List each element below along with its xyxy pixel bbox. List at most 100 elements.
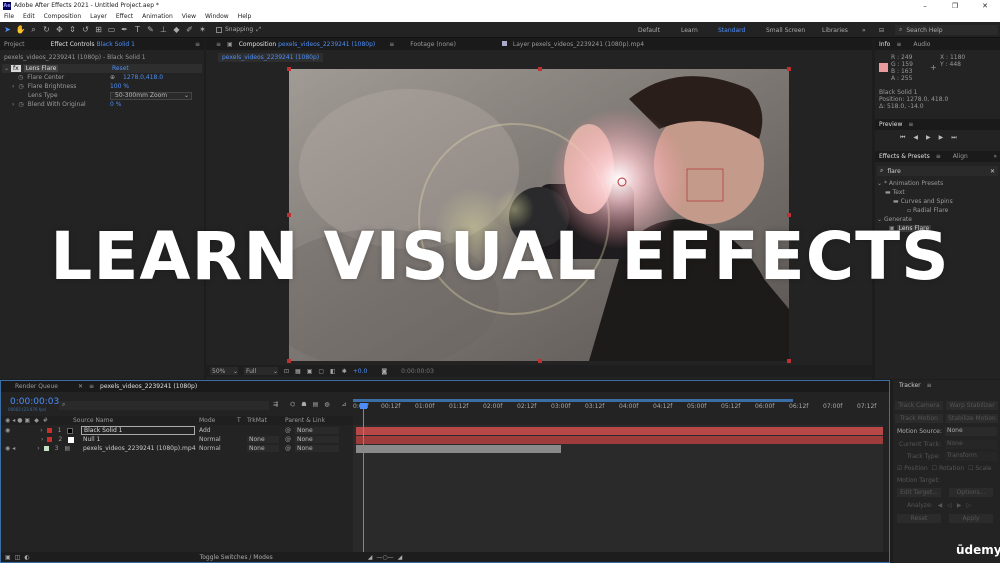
- current-track-dropdown[interactable]: None: [945, 440, 997, 449]
- tree-curves-spins-folder[interactable]: ▬ Curves and Spins: [877, 197, 998, 206]
- current-time-display[interactable]: 0:00:00:03: [401, 368, 434, 375]
- play-icon[interactable]: ▶: [926, 134, 931, 142]
- label-color-swatch[interactable]: [46, 428, 52, 433]
- pan-tool-icon[interactable]: ✥: [54, 24, 65, 35]
- parent-pickwhip-icon[interactable]: @: [285, 427, 291, 434]
- layer-bar[interactable]: [356, 427, 883, 435]
- comp-mini-flowchart-icon[interactable]: ⇶: [273, 401, 278, 408]
- tab-project[interactable]: Project: [4, 41, 25, 48]
- fx-badge-icon[interactable]: fx: [11, 65, 21, 72]
- workspace-overflow-icon[interactable]: »: [862, 22, 866, 38]
- parent-pickwhip-icon[interactable]: @: [285, 445, 291, 452]
- track-camera-button[interactable]: Track Camera: [895, 401, 943, 410]
- exposure-reset-icon[interactable]: ✱: [342, 368, 347, 375]
- effects-search-field[interactable]: ⌕ flare ✕: [877, 166, 998, 176]
- crosshair-icon[interactable]: ⊕: [110, 74, 115, 81]
- layer-switches-icon[interactable]: ◫: [15, 554, 21, 561]
- tree-animation-presets[interactable]: ⌄ * Animation Presets: [877, 179, 998, 188]
- pen-tool-icon[interactable]: ✒: [119, 24, 130, 35]
- analyze-forward-one-icon[interactable]: ▷: [967, 502, 972, 509]
- menu-edit[interactable]: Edit: [23, 13, 35, 20]
- bounding-handle[interactable]: [787, 359, 791, 363]
- tab-info[interactable]: Info: [879, 41, 890, 48]
- flare-brightness-value[interactable]: 100 %: [110, 83, 129, 90]
- menu-effect[interactable]: Effect: [116, 13, 133, 20]
- column-mode[interactable]: Mode: [199, 417, 215, 424]
- mask-visibility-icon[interactable]: ▣: [307, 368, 313, 375]
- warp-stabilizer-button[interactable]: Warp Stabilizer: [946, 401, 998, 410]
- orbit-tool-icon[interactable]: ↻: [41, 24, 52, 35]
- panel-menu-icon[interactable]: ≡: [195, 41, 204, 48]
- column-trkmat[interactable]: TrkMat: [247, 417, 267, 424]
- layer-bar[interactable]: [356, 436, 883, 444]
- bounding-handle[interactable]: [538, 67, 542, 71]
- roto-brush-tool-icon[interactable]: ✐: [184, 24, 195, 35]
- layer-bar[interactable]: [356, 445, 561, 453]
- tab-effects-presets[interactable]: Effects & Presets: [879, 153, 930, 160]
- playhead-handle-icon[interactable]: [360, 403, 367, 409]
- frame-blending-icon[interactable]: ▤: [313, 401, 319, 408]
- trkmat-dropdown[interactable]: None: [247, 436, 279, 443]
- workspace-small-screen[interactable]: Small Screen: [766, 22, 805, 38]
- analyze-back-one-icon[interactable]: ◁: [947, 502, 952, 509]
- workspace-learn[interactable]: Learn: [681, 22, 698, 38]
- stopwatch-icon[interactable]: ◷: [18, 101, 23, 108]
- bounding-handle[interactable]: [787, 67, 791, 71]
- toggle-switches-modes[interactable]: Toggle Switches / Modes: [200, 554, 273, 561]
- audio-icon[interactable]: ◂: [12, 445, 15, 452]
- menu-help[interactable]: Help: [238, 13, 252, 20]
- brush-tool-icon[interactable]: ✎: [145, 24, 156, 35]
- panel-menu-icon[interactable]: ≡: [216, 41, 221, 48]
- effect-lens-flare-row[interactable]: ⌄ fx Lens Flare Reset: [2, 64, 202, 73]
- scale-checkbox[interactable]: ☐ Scale: [968, 465, 991, 472]
- motion-blur-icon[interactable]: ◍: [324, 401, 329, 408]
- tab-audio[interactable]: Audio: [913, 41, 930, 48]
- color-channel-icon[interactable]: ◧: [330, 368, 336, 375]
- panel-menu-icon[interactable]: ≡: [908, 121, 913, 128]
- resolution-dropdown[interactable]: Full ⌄: [244, 367, 278, 375]
- panel-menu-icon[interactable]: ≡: [89, 383, 94, 390]
- expand-arrow-icon[interactable]: ›: [40, 427, 42, 434]
- current-time-indicator[interactable]: [363, 403, 364, 555]
- fast-previews-icon[interactable]: ⊡: [284, 368, 289, 375]
- tab-render-queue[interactable]: Render Queue: [15, 383, 58, 390]
- zoom-slider[interactable]: —○—: [376, 554, 393, 561]
- layer-mode-dropdown[interactable]: Normal: [199, 445, 233, 452]
- property-flare-brightness[interactable]: › ◷ Flare Brightness 100 %: [12, 82, 204, 91]
- blend-value[interactable]: 0 %: [110, 101, 121, 108]
- tree-text-folder[interactable]: ▬ Text: [877, 188, 998, 197]
- tab-align[interactable]: Align: [953, 153, 968, 160]
- timeline-timecode[interactable]: 0:00:00:03: [10, 397, 59, 407]
- bounding-handle[interactable]: [287, 359, 291, 363]
- analyze-back-icon[interactable]: ◀: [938, 502, 943, 509]
- snapping-toggle[interactable]: Snapping ⤢: [216, 26, 261, 34]
- expand-arrow-icon[interactable]: ›: [12, 83, 14, 90]
- eye-icon[interactable]: ◉: [5, 417, 10, 424]
- rectangle-tool-icon[interactable]: ▭: [106, 24, 117, 35]
- layer-mode-dropdown[interactable]: Normal: [199, 436, 233, 443]
- options-button[interactable]: Options...: [949, 488, 993, 497]
- expand-arrow-icon[interactable]: ›: [37, 445, 39, 452]
- label-color-swatch[interactable]: [47, 437, 53, 442]
- workspace-standard[interactable]: Standard: [718, 22, 745, 38]
- expand-arrow-icon[interactable]: ›: [41, 436, 43, 443]
- bounding-handle[interactable]: [287, 213, 291, 217]
- rotate-tool-icon[interactable]: ↺: [80, 24, 91, 35]
- hand-tool-icon[interactable]: ✋: [15, 24, 26, 35]
- property-lens-type[interactable]: Lens Type 50-300mm Zoom ⌄: [18, 91, 204, 100]
- eye-icon[interactable]: ◉: [5, 445, 10, 452]
- parent-pickwhip-icon[interactable]: @: [285, 436, 291, 443]
- motion-source-dropdown[interactable]: None: [945, 427, 997, 436]
- type-tool-icon[interactable]: T: [132, 24, 143, 35]
- timeline-layer-row[interactable]: ◉ › 1 Black Solid 1 Add @ None: [1, 426, 353, 435]
- bounding-handle[interactable]: [287, 67, 291, 71]
- selection-tool-icon[interactable]: ➤: [2, 24, 13, 35]
- effect-name[interactable]: Lens Flare: [23, 65, 59, 72]
- bounding-handle[interactable]: [787, 213, 791, 217]
- zoom-tool-icon[interactable]: ⌕: [28, 24, 39, 35]
- label-color-swatch[interactable]: [43, 446, 49, 451]
- timeline-layer-row[interactable]: ◉ ◂ › 3 ▤ pexels_videos_2239241 (1080p).…: [1, 444, 353, 453]
- parent-dropdown[interactable]: None: [295, 445, 339, 452]
- apply-button[interactable]: Apply: [949, 514, 993, 523]
- tab-layer[interactable]: Layer pexels_videos_2239241 (1080p).mp4: [501, 41, 644, 48]
